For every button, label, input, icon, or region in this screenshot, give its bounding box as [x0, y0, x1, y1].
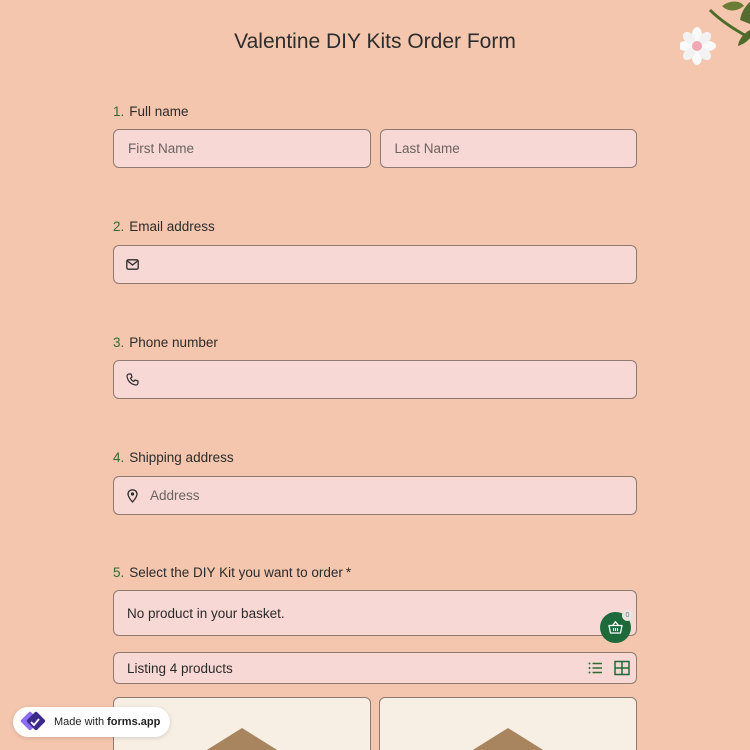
product-listing-bar: Listing 4 products: [113, 652, 637, 684]
question-text: Email address: [129, 218, 215, 234]
made-with-badge[interactable]: Made with forms.app: [13, 707, 170, 737]
basket-empty-text: No product in your basket.: [127, 605, 285, 621]
question-shipping-address: 4. Shipping address Address: [113, 448, 637, 515]
first-name-placeholder: First Name: [128, 141, 195, 156]
question-number: 1.: [113, 103, 125, 119]
product-image: [472, 728, 544, 750]
map-pin-icon: [124, 488, 140, 504]
question-label: 4. Shipping address: [113, 448, 637, 466]
envelope-icon: [124, 257, 140, 273]
question-text: Select the DIY Kit you want to order: [129, 564, 343, 580]
last-name-placeholder: Last Name: [394, 141, 460, 156]
question-number: 4.: [113, 449, 125, 465]
badge-prefix: Made with: [54, 716, 105, 728]
email-input[interactable]: [113, 245, 637, 284]
question-label: 3. Phone number: [113, 333, 637, 351]
product-card[interactable]: [379, 697, 637, 750]
phone-input[interactable]: [113, 360, 637, 399]
last-name-input[interactable]: Last Name: [379, 129, 637, 168]
question-text: Shipping address: [129, 449, 234, 465]
required-asterisk: *: [345, 564, 352, 580]
first-name-input[interactable]: First Name: [113, 129, 371, 168]
question-label: 2. Email address: [113, 217, 637, 235]
question-text: Phone number: [129, 334, 218, 350]
address-input[interactable]: Address: [113, 476, 637, 515]
forms-app-logo-icon: [20, 711, 46, 731]
badge-brand: forms.app: [107, 716, 161, 728]
basket-count-badge: 0: [622, 610, 633, 621]
question-text: Full name: [129, 103, 189, 119]
question-phone: 3. Phone number: [113, 333, 637, 399]
question-label: 5. Select the DIY Kit you want to order …: [113, 563, 637, 581]
listing-count-text: Listing 4 products: [127, 660, 233, 676]
phone-icon: [124, 372, 140, 388]
question-number: 5.: [113, 564, 125, 580]
address-placeholder: Address: [150, 488, 200, 503]
question-number: 3.: [113, 334, 125, 350]
basket-panel: No product in your basket.: [113, 590, 637, 636]
list-view-icon[interactable]: [587, 660, 603, 676]
question-label: 1. Full name: [113, 102, 637, 120]
form-title: Valentine DIY Kits Order Form: [234, 30, 516, 53]
question-email: 2. Email address: [113, 217, 637, 284]
question-select-kit: 5. Select the DIY Kit you want to order …: [113, 563, 637, 581]
basket-icon: [608, 621, 623, 634]
question-full-name: 1. Full name First Name Last Name: [113, 102, 637, 168]
question-number: 2.: [113, 218, 125, 234]
grid-view-icon[interactable]: [614, 660, 630, 676]
